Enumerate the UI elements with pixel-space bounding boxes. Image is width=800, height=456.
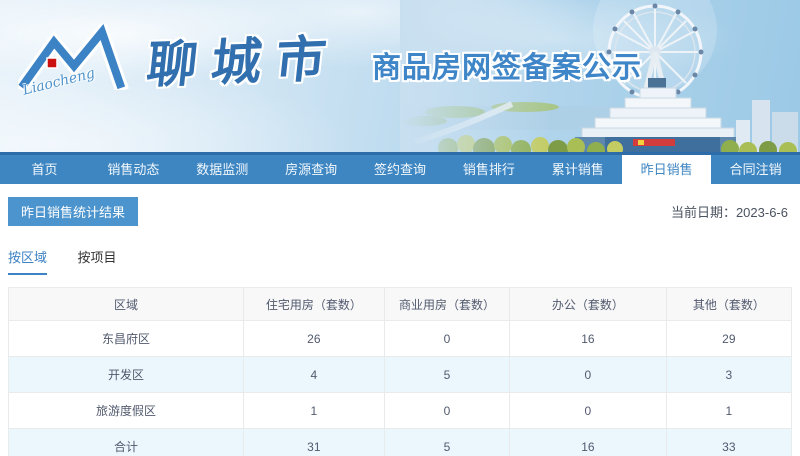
col-header-residential: 住宅用房（套数）: [242, 287, 385, 321]
nav-item-housing-query[interactable]: 房源查询: [267, 155, 356, 184]
col-header-region: 区域: [8, 287, 244, 321]
cell-residential: 31: [242, 428, 385, 456]
nav-item-home[interactable]: 首页: [0, 155, 89, 184]
banner-title: 商品房网签备案公示: [372, 52, 643, 84]
table-row-tourist-resort: 旅游度假区 1 0 0 1: [8, 392, 793, 429]
main-nav: 首页 销售动态 数据监测 房源查询 签约查询 销售排行 累计销售 昨日销售 合同…: [0, 155, 800, 184]
nav-item-yesterday-sales[interactable]: 昨日销售: [622, 155, 712, 184]
sales-statistics-table: 区域 住宅用房（套数） 商业用房（套数） 办公（套数） 其他（套数） 东昌府区 …: [8, 287, 793, 456]
cell-commercial: 5: [383, 428, 511, 456]
col-header-other: 其他（套数）: [665, 287, 793, 321]
cell-other: 3: [665, 356, 793, 393]
cell-region: 开发区: [8, 356, 244, 393]
cell-office: 0: [509, 392, 667, 429]
cell-other: 1: [665, 392, 793, 429]
col-header-office: 办公（套数）: [509, 287, 667, 321]
current-date-label: 当前日期：: [670, 205, 736, 220]
cell-other: 29: [665, 320, 793, 357]
cell-region: 合计: [8, 428, 244, 456]
cell-commercial: 0: [383, 320, 511, 357]
nav-item-contract-cancellation[interactable]: 合同注销: [711, 155, 800, 184]
view-tabs: 按区域 按项目: [8, 247, 792, 275]
cell-office: 16: [509, 320, 667, 357]
current-date-value: 2023-6-6: [735, 205, 788, 220]
table-row-total: 合计 31 5 16 33: [8, 428, 793, 456]
current-date: 当前日期：2023-6-6: [671, 202, 792, 221]
tab-by-project[interactable]: 按项目: [77, 247, 116, 275]
city-logo: Liaocheng: [14, 17, 148, 104]
header-banner: Liaocheng 聊城市 商品房网签备案公示: [0, 0, 800, 152]
cell-commercial: 0: [383, 392, 511, 429]
cell-region: 东昌府区: [8, 320, 244, 357]
col-header-commercial: 商业用房（套数）: [383, 287, 511, 321]
nav-item-contract-query[interactable]: 签约查询: [356, 155, 445, 184]
cell-residential: 1: [242, 392, 385, 429]
cell-region: 旅游度假区: [8, 392, 244, 429]
city-name-calligraphy: 聊城市: [144, 30, 343, 94]
table-row-dongchangfu: 东昌府区 26 0 16 29: [8, 320, 793, 357]
nav-item-cumulative-sales[interactable]: 累计销售: [533, 155, 622, 184]
cell-residential: 4: [242, 356, 385, 393]
tab-by-region[interactable]: 按区域: [8, 247, 48, 275]
cell-office: 0: [509, 356, 667, 393]
cell-office: 16: [509, 428, 667, 456]
table-row-kaifaqu: 开发区 4 5 0 3: [8, 356, 793, 393]
cell-other: 33: [665, 428, 793, 456]
table-header-row: 区域 住宅用房（套数） 商业用房（套数） 办公（套数） 其他（套数）: [8, 287, 793, 321]
cell-residential: 26: [242, 320, 385, 357]
main-content: 昨日销售统计结果 当前日期：2023-6-6 按区域 按项目 区域 住宅用房（套…: [0, 197, 800, 456]
page-title: 昨日销售统计结果: [8, 197, 139, 226]
nav-item-sales-ranking[interactable]: 销售排行: [444, 155, 533, 184]
nav-item-sales-dynamics[interactable]: 销售动态: [89, 155, 178, 184]
nav-item-data-monitoring[interactable]: 数据监测: [178, 155, 267, 184]
cell-commercial: 5: [383, 356, 511, 393]
content-header: 昨日销售统计结果 当前日期：2023-6-6: [8, 197, 792, 226]
